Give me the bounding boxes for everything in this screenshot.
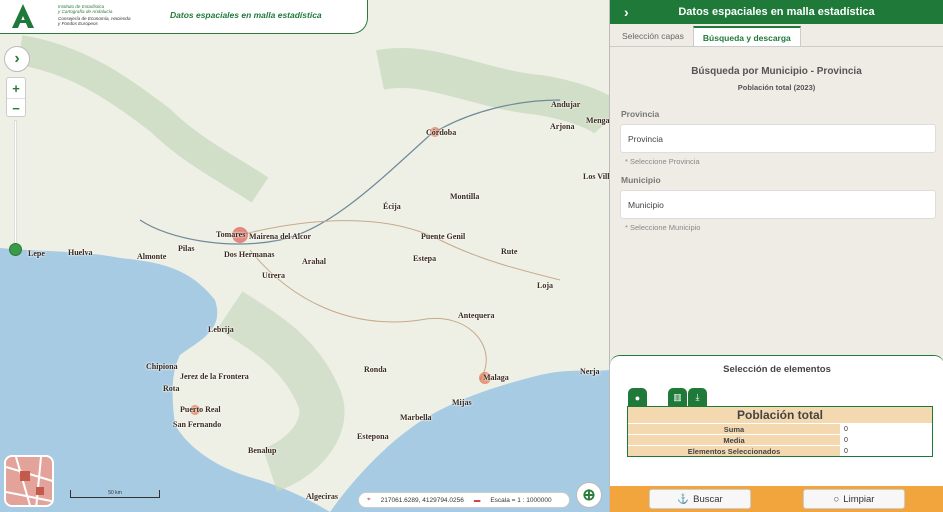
globe-button[interactable]: ⊕	[576, 482, 602, 508]
city-label: Algeciras	[306, 492, 338, 501]
municipio-select[interactable]: Municipio	[620, 190, 936, 219]
limpiar-label: Limpiar	[843, 493, 875, 505]
panel-footer: ⚓ Buscar ○ Limpiar	[610, 486, 943, 512]
city-label: Pilas	[178, 244, 195, 253]
city-label: Arjona	[550, 122, 575, 131]
city-label: Utrera	[262, 271, 285, 280]
table-row: Elementos Seleccionados 0	[628, 445, 932, 456]
buscar-label: Buscar	[693, 493, 723, 505]
row-label: Media	[723, 436, 745, 445]
population-table-title: Población total	[628, 407, 932, 423]
provincia-select[interactable]: Provincia	[620, 124, 936, 153]
city-label: Ronda	[364, 365, 387, 374]
city-label: Puente Genil	[421, 232, 466, 241]
city-label: Marbella	[400, 413, 432, 422]
provincia-label: Provincia	[621, 109, 660, 119]
city-label: Jerez de la Frontera	[180, 372, 249, 381]
search-title: Búsqueda por Municipio - Provincia	[691, 66, 862, 77]
row-value: 0	[840, 424, 932, 434]
panel-title: Datos espaciales en malla estadística	[678, 6, 875, 18]
buscar-button[interactable]: ⚓ Buscar	[649, 489, 751, 509]
andalucia-logo	[12, 4, 34, 28]
delete-button[interactable]: ▥	[668, 388, 687, 407]
city-label: Estepa	[413, 254, 437, 263]
map-view[interactable]: Andujar Arjona Menga Córdoba Los Vill Éc…	[0, 0, 609, 512]
population-table: Población total Suma 0 Media 0 Elementos…	[627, 406, 933, 457]
city-label: Malaga	[483, 373, 509, 382]
cursor-icon: ⌖	[367, 496, 371, 503]
city-label: Menga	[586, 116, 609, 125]
department-line-2: y Fondos Europeos	[58, 21, 98, 26]
city-label: Écija	[383, 202, 401, 211]
city-label: Córdoba	[426, 128, 457, 137]
city-label: Loja	[537, 281, 553, 290]
chevron-right-icon: ›	[14, 50, 20, 67]
city-label: Antequera	[458, 311, 495, 320]
city-label: Huelva	[68, 248, 93, 257]
tab-seleccion-capas[interactable]: Selección capas	[613, 26, 693, 46]
scale-text: Escala = 1 : 1000000	[490, 496, 552, 504]
search-subtitle: Población total (2023)	[737, 83, 816, 92]
side-panel: › Datos espaciales en malla estadística …	[609, 0, 943, 512]
clear-circle-icon: ○	[833, 493, 840, 505]
row-label: Suma	[723, 425, 745, 434]
ruler-icon: ▬	[473, 496, 481, 504]
provincia-hint: * Seleccione Provincia	[625, 157, 700, 166]
app-title: Datos espaciales en malla estadística	[170, 10, 322, 20]
city-label: Almonte	[137, 252, 167, 261]
scale-bar-label: 50 km	[108, 490, 122, 496]
row-value: 0	[840, 446, 932, 456]
city-label: Rute	[501, 247, 518, 256]
municipio-label: Municipio	[621, 175, 661, 185]
city-label: San Fernando	[173, 420, 222, 429]
tab-bar: Selección capas Búsqueda y descarga	[610, 26, 943, 47]
selection-title: Selección de elementos	[723, 364, 831, 375]
city-label: Estepona	[357, 432, 389, 441]
row-value: 0	[840, 435, 932, 445]
app-header: Instituto de Estadística y Cartografía d…	[0, 0, 368, 34]
table-row: Suma 0	[628, 423, 932, 434]
city-label: Lepe	[28, 249, 45, 258]
city-label: Los Vill	[583, 172, 609, 181]
location-pin-icon: ●	[634, 392, 641, 403]
collapse-panel-icon[interactable]: ›	[624, 0, 629, 24]
table-row: Media 0	[628, 434, 932, 445]
municipio-hint: * Seleccione Municipio	[625, 223, 701, 232]
expand-toggle-button[interactable]: ›	[4, 46, 30, 72]
zoom-slider-track[interactable]	[14, 120, 17, 250]
city-label: Rota	[163, 384, 180, 393]
city-label: Lebrija	[208, 325, 234, 334]
city-label: Andujar	[551, 100, 581, 109]
city-label: Tomares	[216, 230, 246, 239]
tab-busqueda-descarga[interactable]: Búsqueda y descarga	[692, 26, 801, 46]
row-label: Elementos Seleccionados	[687, 447, 781, 456]
basemap-thumbnail-button[interactable]	[4, 455, 54, 507]
limpiar-button[interactable]: ○ Limpiar	[803, 489, 905, 509]
search-anchor-icon: ⚓	[677, 493, 690, 505]
download-button[interactable]: ⤓	[688, 388, 707, 407]
coordinates-value: 217061.6289, 4129794.0256	[380, 496, 464, 504]
zoom-slider-handle[interactable]	[9, 243, 22, 256]
coordinates-bar: ⌖ 217061.6289, 4129794.0256 ▬ Escala = 1…	[358, 492, 570, 508]
panel-header: › Datos espaciales en malla estadística	[610, 0, 943, 24]
zoom-in-button[interactable]: +	[7, 78, 25, 98]
city-label: Puerto Real	[180, 405, 221, 414]
zoom-out-button[interactable]: −	[7, 98, 25, 118]
globe-icon: ⊕	[582, 487, 596, 504]
download-icon: ⤓	[695, 392, 700, 402]
city-label: Chipiona	[146, 362, 178, 371]
city-label: Arahal	[302, 257, 326, 266]
city-label: Mijas	[452, 398, 472, 407]
city-label: Mairena del Alcor	[249, 232, 312, 241]
trash-icon: ▥	[673, 392, 682, 402]
zoom-control: + −	[6, 77, 26, 117]
city-label: Dos Hermanas	[224, 250, 275, 259]
basemap-preview-icon	[6, 457, 52, 505]
city-label: Montilla	[450, 192, 480, 201]
city-label: Nerja	[580, 367, 600, 376]
institute-line-2: y Cartografía de Andalucía	[58, 9, 113, 14]
scale-bar: 50 km	[70, 490, 160, 498]
city-label: Benalup	[248, 446, 277, 455]
location-pin-button[interactable]: ●	[628, 388, 647, 407]
